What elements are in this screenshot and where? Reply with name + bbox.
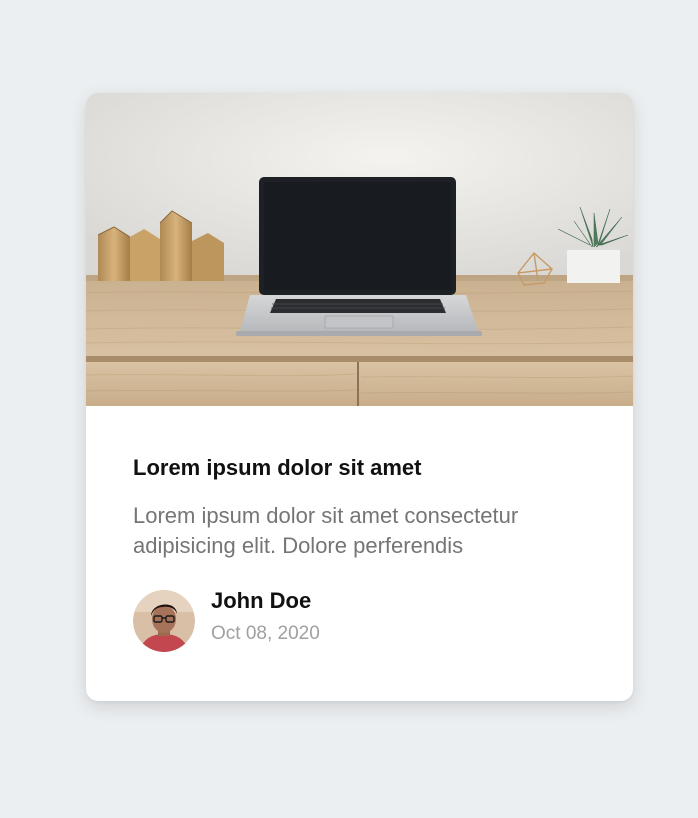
author-info: John Doe Oct 08, 2020 bbox=[211, 586, 320, 648]
card-body: Lorem ipsum dolor sit amet Lorem ipsum d… bbox=[133, 453, 603, 561]
avatar[interactable] bbox=[133, 590, 195, 652]
card-title[interactable]: Lorem ipsum dolor sit amet bbox=[133, 453, 603, 483]
post-date: Oct 08, 2020 bbox=[211, 623, 320, 644]
author-block: John Doe Oct 08, 2020 bbox=[133, 588, 320, 652]
card-image bbox=[86, 93, 633, 406]
blog-card[interactable]: Lorem ipsum dolor sit amet Lorem ipsum d… bbox=[86, 93, 633, 701]
author-name[interactable]: John Doe bbox=[211, 586, 320, 616]
card-description: Lorem ipsum dolor sit amet consectetur a… bbox=[133, 503, 519, 558]
